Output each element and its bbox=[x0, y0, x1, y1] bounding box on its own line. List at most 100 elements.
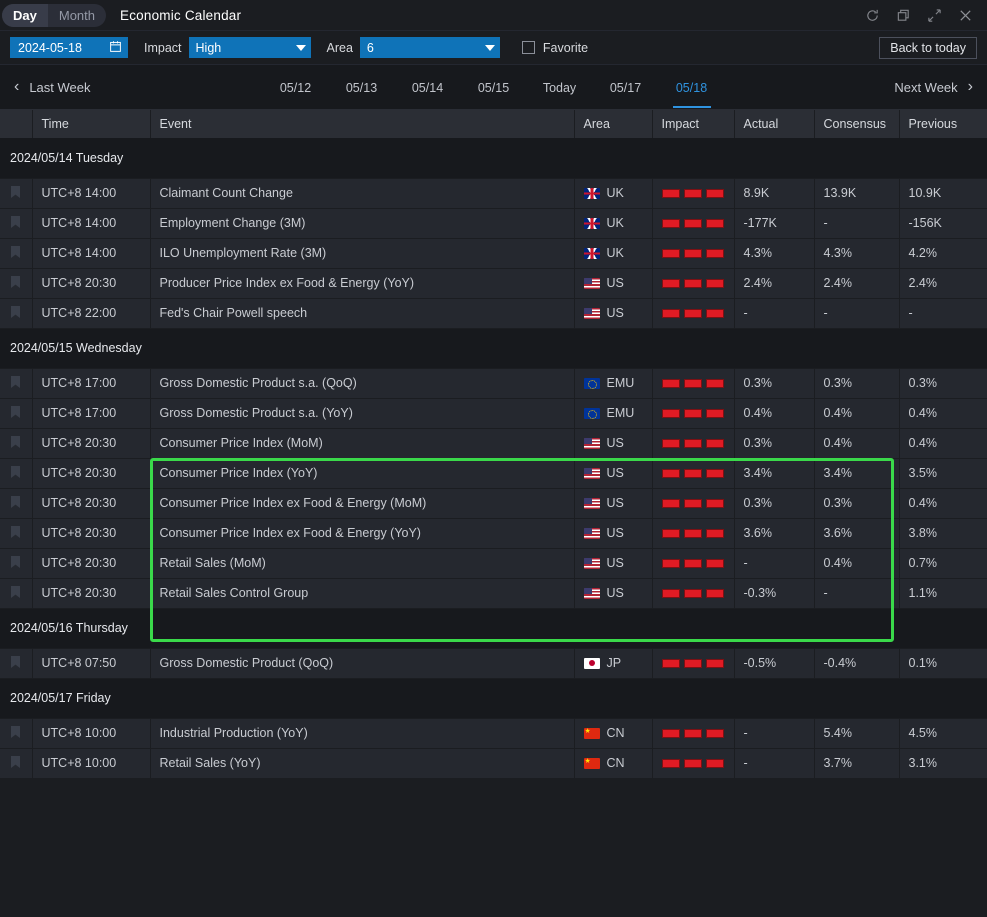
cell-event[interactable]: Gross Domestic Product (QoQ) bbox=[150, 648, 574, 678]
bookmark-icon[interactable] bbox=[0, 268, 32, 298]
favorite-checkbox[interactable] bbox=[522, 41, 535, 54]
impact-bar bbox=[706, 729, 724, 738]
impact-bars bbox=[662, 409, 725, 418]
col-impact[interactable]: Impact bbox=[652, 110, 734, 138]
bookmark-icon[interactable] bbox=[0, 178, 32, 208]
bookmark-icon[interactable] bbox=[0, 208, 32, 238]
cell-area: UK bbox=[574, 178, 652, 208]
impact-bar bbox=[662, 659, 680, 668]
col-consensus[interactable]: Consensus bbox=[814, 110, 899, 138]
day-tab-5[interactable]: 05/17 bbox=[593, 68, 659, 107]
date-picker[interactable]: 2024-05-18 bbox=[10, 37, 128, 58]
close-icon[interactable] bbox=[958, 8, 973, 23]
bookmark-icon[interactable] bbox=[0, 488, 32, 518]
cell-event[interactable]: Fed's Chair Powell speech bbox=[150, 298, 574, 328]
cell-event[interactable]: Retail Sales (MoM) bbox=[150, 548, 574, 578]
cell-time: UTC+8 14:00 bbox=[32, 208, 150, 238]
refresh-icon[interactable] bbox=[865, 8, 880, 23]
table-row[interactable]: UTC+8 14:00Employment Change (3M)UK -177K… bbox=[0, 208, 987, 238]
col-area[interactable]: Area bbox=[574, 110, 652, 138]
table-row[interactable]: UTC+8 20:30Producer Price Index ex Food … bbox=[0, 268, 987, 298]
impact-bars bbox=[662, 729, 725, 738]
cell-event[interactable]: ILO Unemployment Rate (3M) bbox=[150, 238, 574, 268]
cell-event[interactable]: Claimant Count Change bbox=[150, 178, 574, 208]
cell-event[interactable]: Producer Price Index ex Food & Energy (Y… bbox=[150, 268, 574, 298]
cell-actual: 4.3% bbox=[734, 238, 814, 268]
impact-bar bbox=[662, 189, 680, 198]
cell-event[interactable]: Industrial Production (YoY) bbox=[150, 718, 574, 748]
area-code: CN bbox=[607, 726, 625, 740]
table-row[interactable]: UTC+8 07:50Gross Domestic Product (QoQ)J… bbox=[0, 648, 987, 678]
bookmark-icon[interactable] bbox=[0, 298, 32, 328]
table-row[interactable]: UTC+8 20:30Retail Sales (MoM)US-0.4%0.7% bbox=[0, 548, 987, 578]
impact-bars bbox=[662, 439, 725, 448]
impact-filter-value: High bbox=[196, 41, 222, 55]
bookmark-icon[interactable] bbox=[0, 748, 32, 778]
impact-bar bbox=[706, 189, 724, 198]
day-tab-2[interactable]: 05/14 bbox=[395, 68, 461, 107]
cell-previous: -156K bbox=[899, 208, 987, 238]
favorite-filter[interactable]: Favorite bbox=[522, 41, 588, 55]
cell-event[interactable]: Retail Sales Control Group bbox=[150, 578, 574, 608]
cell-actual: 8.9K bbox=[734, 178, 814, 208]
bookmark-icon[interactable] bbox=[0, 428, 32, 458]
table-row[interactable]: UTC+8 14:00ILO Unemployment Rate (3M)UK4… bbox=[0, 238, 987, 268]
cell-event[interactable]: Consumer Price Index ex Food & Energy (M… bbox=[150, 488, 574, 518]
view-mode-month[interactable]: Month bbox=[48, 4, 106, 27]
bookmark-icon[interactable] bbox=[0, 398, 32, 428]
bookmark-icon[interactable] bbox=[0, 548, 32, 578]
bookmark-icon[interactable] bbox=[0, 238, 32, 268]
view-mode-day[interactable]: Day bbox=[2, 4, 48, 27]
table-row[interactable]: UTC+8 20:30Retail Sales Control GroupUS-… bbox=[0, 578, 987, 608]
day-tab-3[interactable]: 05/15 bbox=[461, 68, 527, 107]
table-row[interactable]: UTC+8 17:00Gross Domestic Product s.a. (… bbox=[0, 398, 987, 428]
table-row[interactable]: UTC+8 17:00Gross Domestic Product s.a. (… bbox=[0, 368, 987, 398]
day-tab-today[interactable]: Today bbox=[527, 68, 593, 107]
last-week-button[interactable]: ‹ Last Week bbox=[14, 79, 91, 95]
table-row[interactable]: UTC+8 20:30Consumer Price Index (YoY)US3… bbox=[0, 458, 987, 488]
bookmark-icon[interactable] bbox=[0, 458, 32, 488]
bookmark-icon[interactable] bbox=[0, 368, 32, 398]
window-controls bbox=[865, 8, 979, 23]
cell-event[interactable]: Gross Domestic Product s.a. (YoY) bbox=[150, 398, 574, 428]
cell-event[interactable]: Retail Sales (YoY) bbox=[150, 748, 574, 778]
cell-actual: -177K bbox=[734, 208, 814, 238]
cell-event[interactable]: Consumer Price Index (MoM) bbox=[150, 428, 574, 458]
cell-time: UTC+8 22:00 bbox=[32, 298, 150, 328]
day-tab-6[interactable]: 05/18 bbox=[659, 68, 725, 107]
impact-filter-label: Impact bbox=[144, 41, 182, 55]
table-row[interactable]: UTC+8 14:00Claimant Count ChangeUK8.9K13… bbox=[0, 178, 987, 208]
expand-icon[interactable] bbox=[927, 8, 942, 23]
area-filter-select[interactable]: 6 bbox=[360, 37, 500, 58]
chevron-down-icon bbox=[296, 45, 306, 51]
cell-event[interactable]: Consumer Price Index ex Food & Energy (Y… bbox=[150, 518, 574, 548]
col-time[interactable]: Time bbox=[32, 110, 150, 138]
impact-filter-select[interactable]: High bbox=[189, 37, 311, 58]
bookmark-icon[interactable] bbox=[0, 648, 32, 678]
bookmark-icon[interactable] bbox=[0, 718, 32, 748]
table-row[interactable]: UTC+8 10:00Industrial Production (YoY)CN… bbox=[0, 718, 987, 748]
table-row[interactable]: UTC+8 20:30Consumer Price Index ex Food … bbox=[0, 518, 987, 548]
next-week-button[interactable]: Next Week › bbox=[894, 79, 973, 95]
impact-bars bbox=[662, 759, 725, 768]
day-tab-1[interactable]: 05/13 bbox=[329, 68, 395, 107]
col-previous[interactable]: Previous bbox=[899, 110, 987, 138]
col-actual[interactable]: Actual bbox=[734, 110, 814, 138]
cell-area: US bbox=[574, 518, 652, 548]
cell-event[interactable]: Employment Change (3M) bbox=[150, 208, 574, 238]
cell-area: UK bbox=[574, 208, 652, 238]
table-row[interactable]: UTC+8 22:00Fed's Chair Powell speechUS--… bbox=[0, 298, 987, 328]
col-event[interactable]: Event bbox=[150, 110, 574, 138]
table-body: 2024/05/14 TuesdayUTC+8 14:00Claimant Co… bbox=[0, 138, 987, 778]
table-row[interactable]: UTC+8 10:00Retail Sales (YoY)CN-3.7%3.1% bbox=[0, 748, 987, 778]
back-to-today-button[interactable]: Back to today bbox=[879, 37, 977, 59]
cell-event[interactable]: Consumer Price Index (YoY) bbox=[150, 458, 574, 488]
view-mode-toggle[interactable]: Day Month bbox=[2, 4, 106, 27]
cell-event[interactable]: Gross Domestic Product s.a. (QoQ) bbox=[150, 368, 574, 398]
bookmark-icon[interactable] bbox=[0, 518, 32, 548]
table-row[interactable]: UTC+8 20:30Consumer Price Index ex Food … bbox=[0, 488, 987, 518]
day-tab-0[interactable]: 05/12 bbox=[263, 68, 329, 107]
bookmark-icon[interactable] bbox=[0, 578, 32, 608]
table-row[interactable]: UTC+8 20:30Consumer Price Index (MoM)US0… bbox=[0, 428, 987, 458]
restore-window-icon[interactable] bbox=[896, 8, 911, 23]
